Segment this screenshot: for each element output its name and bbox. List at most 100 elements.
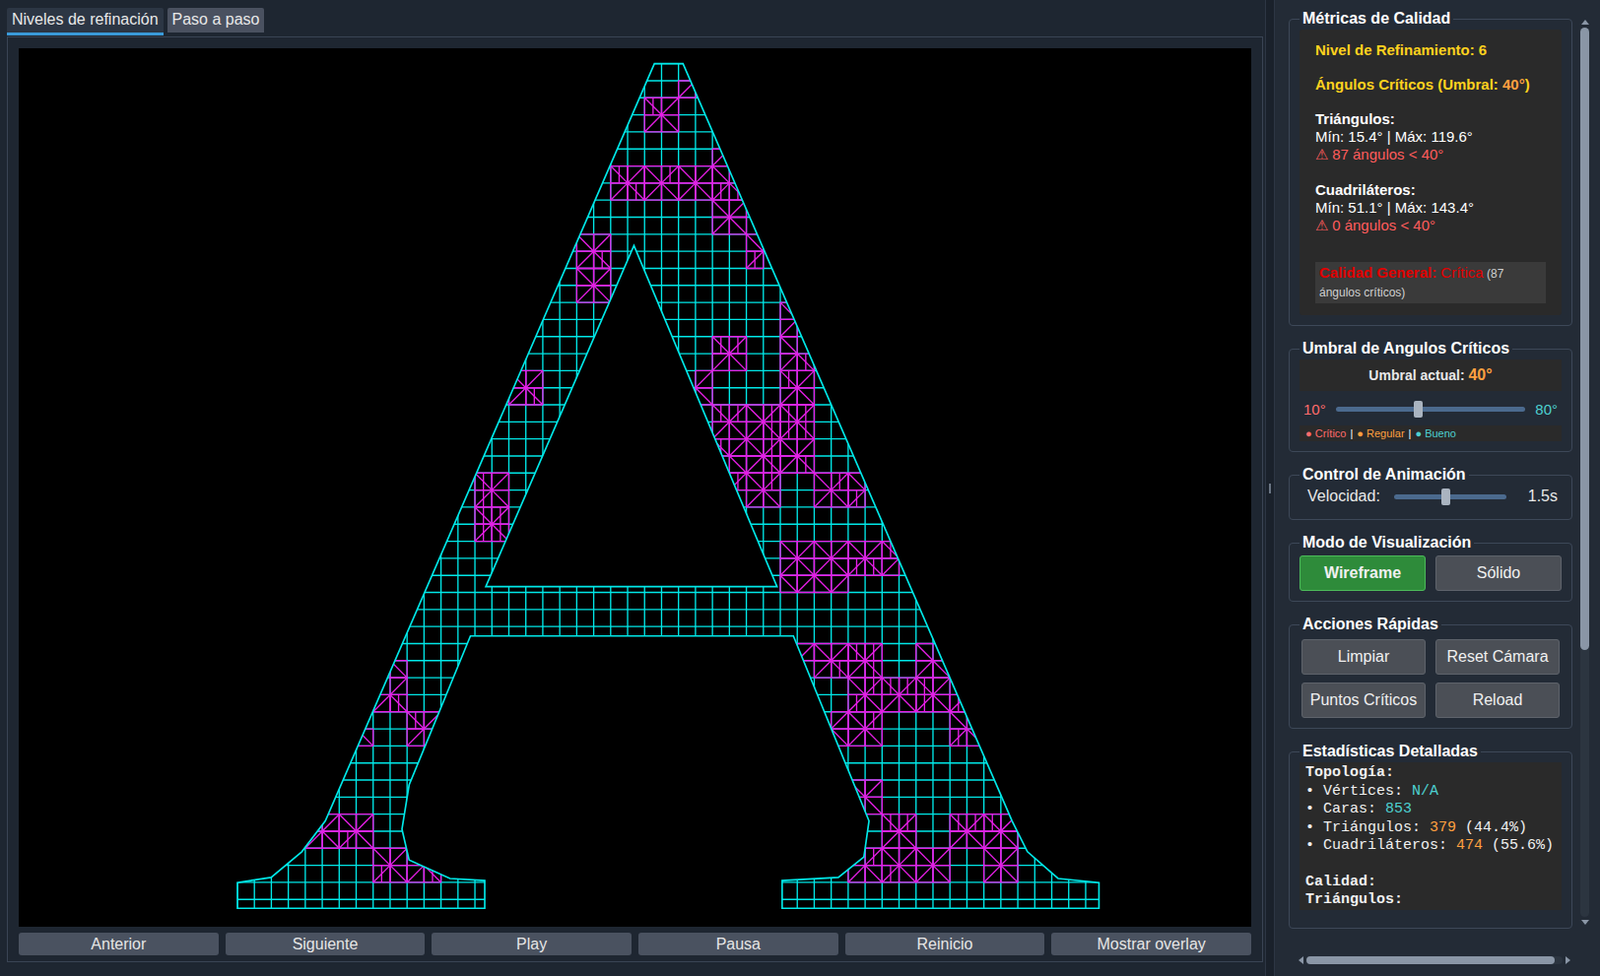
- triangle-edge: [830, 575, 832, 593]
- triangle-edge: [627, 183, 645, 200]
- action-button[interactable]: Reload: [1435, 682, 1560, 719]
- triangle-edge: [966, 830, 984, 832]
- triangle-edge: [831, 489, 849, 491]
- triangle-edge: [644, 114, 662, 116]
- triangle-edge: [797, 541, 799, 559]
- action-button[interactable]: Puntos Críticos: [1301, 682, 1426, 719]
- scroll-thumb[interactable]: [1306, 956, 1555, 965]
- triangle-edge: [473, 490, 475, 508]
- control-button[interactable]: Play: [431, 933, 632, 956]
- triangle-edge: [949, 848, 951, 866]
- control-button[interactable]: Anterior: [18, 933, 219, 956]
- triangle-edge: [916, 643, 934, 645]
- triangle-edge: [906, 677, 908, 695]
- triangle-edge: [372, 848, 374, 866]
- triangle-edge: [373, 711, 391, 713]
- control-button[interactable]: Siguiente: [225, 933, 426, 956]
- triangle-edge: [889, 866, 891, 883]
- horizontal-scrollbar[interactable]: [1298, 955, 1571, 965]
- slider-knob[interactable]: [1413, 400, 1423, 418]
- triangle-edge: [610, 182, 628, 184]
- triangle-edge: [1000, 848, 1018, 850]
- triangle-edge: [712, 421, 730, 423]
- triangle-edge: [499, 524, 501, 541]
- triangle-edge: [729, 148, 731, 166]
- triangle-edge: [780, 558, 798, 576]
- triangle-edge: [729, 404, 731, 422]
- quad-edge: [237, 797, 1099, 799]
- triangle-edge: [729, 455, 746, 457]
- quad-edge: [661, 64, 663, 910]
- triangle-edge: [864, 729, 866, 746]
- tab[interactable]: Paso a paso: [167, 7, 266, 33]
- scroll-left-icon[interactable]: [1298, 956, 1304, 965]
- triangle-edge: [712, 200, 730, 201]
- triangle-edge: [915, 677, 917, 695]
- triangle-edge: [644, 166, 646, 184]
- triangle-edge: [491, 507, 493, 525]
- triangle-edge: [813, 558, 815, 576]
- triangle-edge: [924, 694, 926, 712]
- triangle-edge: [711, 166, 713, 184]
- triangle-edge: [414, 712, 416, 730]
- triangle-edge: [754, 251, 756, 268]
- vertical-scrollbar[interactable]: [1579, 19, 1591, 926]
- splitter-grip[interactable]: [1268, 483, 1271, 494]
- quad-edge: [473, 64, 475, 910]
- triangle-edge: [864, 712, 866, 730]
- triangle-edge: [797, 541, 814, 559]
- triangle-edge: [712, 216, 730, 218]
- quad-edge: [237, 79, 1099, 81]
- triangle-edge: [831, 575, 849, 577]
- speed-slider[interactable]: [1394, 494, 1507, 500]
- triangle-edge: [831, 506, 849, 508]
- triangle-edge: [865, 677, 882, 695]
- scroll-right-icon[interactable]: [1565, 956, 1571, 965]
- action-button[interactable]: Reset Cámara: [1435, 639, 1560, 675]
- triangle-edge: [831, 472, 849, 490]
- stats-line: • Cuadriláteros: 474 (55.6%): [1305, 837, 1556, 857]
- slider-knob[interactable]: [1441, 488, 1451, 506]
- triangle-edge: [797, 558, 814, 576]
- view-mode-button[interactable]: Sólido: [1435, 555, 1562, 592]
- triangle-edge: [644, 97, 662, 115]
- scroll-down-icon[interactable]: [1581, 920, 1590, 926]
- action-button[interactable]: Limpiar: [1301, 639, 1426, 675]
- triangle-edge: [762, 439, 764, 457]
- triangle-edge: [780, 353, 798, 371]
- mesh-canvas[interactable]: [18, 48, 1252, 928]
- actions-section: Acciones RápidasLimpiarReset CámaraPunto…: [1288, 615, 1573, 730]
- triangle-edge: [594, 285, 611, 303]
- scroll-thumb[interactable]: [1580, 27, 1590, 651]
- triangle-edge: [864, 677, 866, 695]
- triangle-edge: [933, 865, 950, 867]
- quad-edge: [457, 64, 459, 910]
- triangle-edge: [881, 694, 899, 696]
- control-button[interactable]: Reinicio: [845, 933, 1046, 956]
- quad-edge: [237, 455, 1099, 457]
- triangle-edge: [593, 285, 595, 303]
- triangle-edge: [525, 388, 527, 405]
- triangle-edge: [848, 660, 866, 662]
- triangle-edge: [712, 370, 730, 372]
- splitter[interactable]: [1265, 0, 1275, 976]
- tab[interactable]: Niveles de refinación: [6, 7, 164, 36]
- quad-edge: [338, 64, 340, 910]
- scroll-up-icon[interactable]: [1581, 19, 1590, 25]
- triangle-edge: [966, 814, 968, 832]
- triangle-edge: [848, 865, 866, 867]
- control-button[interactable]: Mostrar overlay: [1051, 933, 1252, 956]
- view-mode-button[interactable]: Wireframe: [1299, 555, 1426, 592]
- triangle-edge: [898, 677, 900, 695]
- triangle-edge: [848, 745, 866, 747]
- triangle-edge: [745, 472, 747, 490]
- triangle-edge: [856, 490, 858, 508]
- view-mode-section: Modo de VisualizaciónWireframeSólido: [1288, 533, 1573, 602]
- triangle-edge: [864, 490, 866, 508]
- control-button[interactable]: Pausa: [638, 933, 839, 956]
- threshold-slider[interactable]: [1335, 406, 1527, 412]
- triangle-edge: [661, 183, 663, 200]
- triangle-edge: [661, 115, 663, 133]
- triangle-edge: [594, 234, 611, 252]
- triangle-edge: [729, 183, 731, 200]
